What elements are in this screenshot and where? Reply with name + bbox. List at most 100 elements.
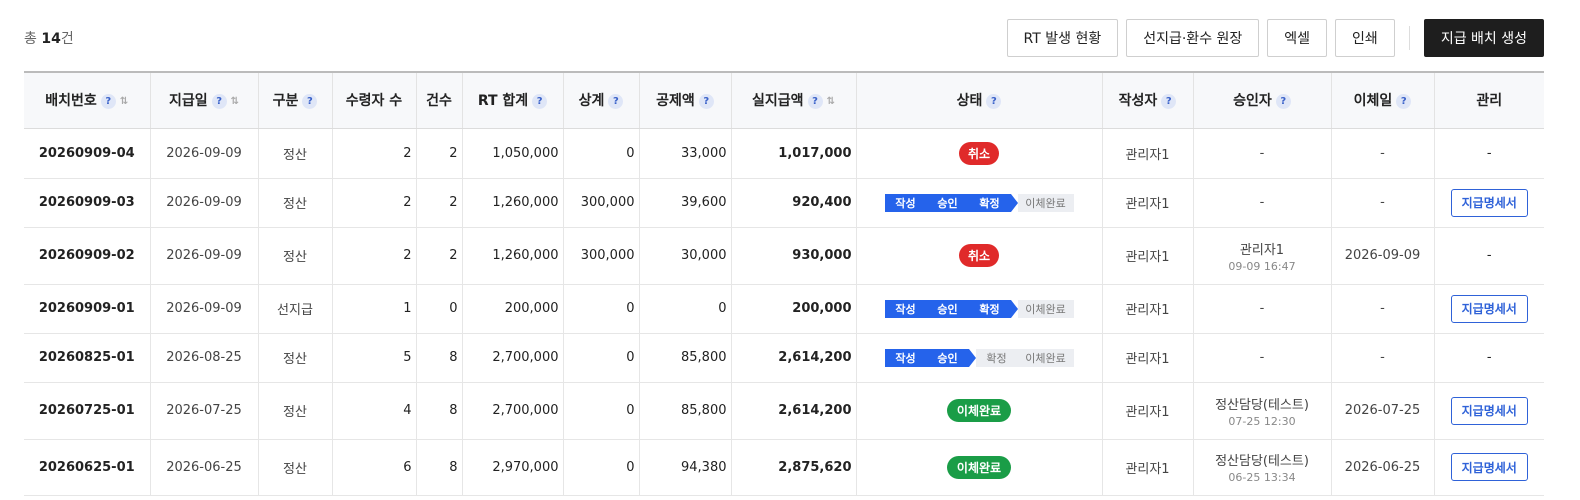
cell-transfer-date: 2026-06-25 (1331, 439, 1435, 496)
table-row[interactable]: 20260909-02 2026-09-09 정산 2 2 1,260,000 300,00… (24, 227, 1544, 285)
cell-author: 관리자1 (1102, 128, 1194, 179)
advance-ledger-button[interactable]: 선지급·환수 원장 (1126, 19, 1260, 57)
help-icon[interactable]: ? (986, 93, 1002, 109)
help-icon[interactable]: ? (211, 93, 227, 109)
cell-transfer-date: - (1331, 333, 1435, 383)
status-badge-transferred: 이체완료 (946, 455, 1012, 479)
cell-pay-date: 2026-09-09 (150, 284, 259, 334)
cell-approver: - (1193, 333, 1332, 383)
cell-offset: 300,000 (563, 178, 640, 228)
progress-step: 승인 (926, 348, 969, 367)
table-row[interactable]: 20260909-01 2026-09-09 선지급 1 0 200,000 0 0 200,0… (24, 284, 1544, 334)
help-icon[interactable]: ? (302, 93, 318, 109)
cell-deduction: 85,800 (639, 333, 732, 383)
cell-transfer-date: - (1331, 128, 1435, 179)
progress-step: 확정 (975, 348, 1018, 367)
help-icon[interactable]: ? (100, 93, 116, 109)
cell-type: 정산 (258, 128, 333, 179)
col-rt-total: RT 합계? (462, 71, 564, 129)
progress-step: 이체완료 (1017, 193, 1074, 212)
sort-icon[interactable]: ⇅ (231, 96, 239, 107)
cell-batch-no[interactable]: 20260825-01 (24, 333, 151, 383)
progress-step: 이체완료 (1017, 299, 1074, 318)
table-row[interactable]: 20260625-01 2026-06-25 정산 6 8 2,970,000 0 94,38… (24, 439, 1544, 496)
table-row[interactable]: 20260825-01 2026-08-25 정산 5 8 2,700,000 0 85,80… (24, 333, 1544, 383)
progress-arrow (1010, 193, 1018, 212)
cell-transfer-date: - (1331, 284, 1435, 334)
pay-statement-button[interactable]: 지급명세서 (1450, 188, 1528, 217)
cell-net-pay: 2,614,200 (731, 333, 857, 383)
cell-transfer-date: 2026-07-25 (1331, 382, 1435, 440)
cell-batch-no[interactable]: 20260909-01 (24, 284, 151, 334)
col-net-pay[interactable]: 실지급액? ⇅ (731, 71, 857, 129)
help-icon[interactable]: ? (1396, 93, 1412, 109)
col-type: 구분? (258, 71, 333, 129)
progress-step: 승인 (926, 299, 969, 318)
cell-author: 관리자1 (1102, 382, 1194, 440)
cell-approver: - (1193, 128, 1332, 179)
cell-batch-no[interactable]: 20260909-04 (24, 128, 151, 179)
cell-batch-no[interactable]: 20260909-03 (24, 178, 151, 228)
progress-step: 작성 (884, 299, 927, 318)
cell-rt-total: 2,700,000 (462, 333, 564, 383)
cell-offset: 0 (563, 333, 640, 383)
cell-manage: 지급명세서 (1434, 284, 1544, 334)
pay-statement-button[interactable]: 지급명세서 (1450, 453, 1528, 481)
progress-step: 이체완료 (1017, 348, 1074, 367)
cell-batch-no[interactable]: 20260625-01 (24, 439, 151, 496)
status-progress: 작성 승인 확정 이체완료 (884, 348, 1074, 367)
help-icon[interactable]: ? (608, 93, 624, 109)
cell-manage: 지급명세서 (1434, 439, 1544, 496)
cell-manage: - (1434, 128, 1544, 179)
cell-type: 정산 (258, 439, 333, 496)
status-badge-cancelled: 취소 (958, 141, 1000, 165)
rt-status-button[interactable]: RT 발생 현황 (1006, 19, 1119, 57)
col-pay-date[interactable]: 지급일? ⇅ (150, 71, 259, 129)
help-icon[interactable]: ? (1161, 93, 1177, 109)
action-buttons: RT 발생 현황 선지급·환수 원장 엑셀 인쇄 지급 배치 생성 (999, 19, 1544, 57)
create-batch-button[interactable]: 지급 배치 생성 (1423, 19, 1544, 57)
pay-statement-button[interactable]: 지급명세서 (1450, 396, 1528, 425)
table-row[interactable]: 20260909-04 2026-09-09 정산 2 2 1,050,000 0 33,00… (24, 128, 1544, 179)
cell-batch-no[interactable]: 20260725-01 (24, 382, 151, 440)
help-icon[interactable]: ? (1275, 93, 1291, 109)
table-row[interactable]: 20260909-03 2026-09-09 정산 2 2 1,260,000 300,00… (24, 178, 1544, 228)
batch-table: 배치번호? ⇅ 지급일? ⇅ 구분? 수령자 수 건수 RT 합계? 상계? 공제액… (24, 71, 1544, 496)
progress-step: 작성 (884, 193, 927, 212)
cell-net-pay: 2,614,200 (731, 382, 857, 440)
cell-approver: 정산담당(테스트) 07-25 12:30 (1193, 382, 1332, 440)
help-icon[interactable]: ? (532, 93, 548, 109)
cell-manage: - (1434, 333, 1544, 383)
status-badge-transferred: 이체완료 (946, 399, 1012, 422)
cell-author: 관리자1 (1102, 439, 1194, 496)
help-icon[interactable]: ? (807, 93, 823, 109)
cell-net-pay: 1,017,000 (731, 128, 857, 179)
total-count: 총 14건 (24, 28, 74, 48)
help-icon[interactable]: ? (698, 93, 714, 109)
cell-cases: 8 (416, 382, 463, 440)
cell-type: 정산 (258, 333, 333, 383)
progress-step: 확정 (968, 299, 1011, 318)
cell-type: 선지급 (258, 284, 333, 334)
cell-recipients: 4 (332, 382, 417, 440)
cell-deduction: 94,380 (639, 439, 732, 496)
table-row[interactable]: 20260725-01 2026-07-25 정산 4 8 2,700,000 0 85,80… (24, 382, 1544, 440)
cell-rt-total: 2,970,000 (462, 439, 564, 496)
cell-deduction: 30,000 (639, 227, 732, 285)
cell-type: 정산 (258, 178, 333, 228)
sort-icon[interactable]: ⇅ (827, 96, 835, 107)
progress-arrow (1010, 299, 1018, 318)
cell-author: 관리자1 (1102, 333, 1194, 383)
cell-batch-no[interactable]: 20260909-02 (24, 227, 151, 285)
col-batch-no[interactable]: 배치번호? ⇅ (24, 71, 151, 129)
pay-statement-button[interactable]: 지급명세서 (1450, 294, 1528, 323)
sort-icon[interactable]: ⇅ (120, 96, 128, 107)
cell-deduction: 33,000 (639, 128, 732, 179)
cell-offset: 0 (563, 439, 640, 496)
excel-button[interactable]: 엑셀 (1267, 19, 1328, 57)
cell-manage: - (1434, 227, 1544, 285)
progress-step: 승인 (926, 193, 969, 212)
cell-offset: 0 (563, 128, 640, 179)
print-button[interactable]: 인쇄 (1335, 19, 1395, 57)
progress-step: 작성 (884, 348, 927, 367)
